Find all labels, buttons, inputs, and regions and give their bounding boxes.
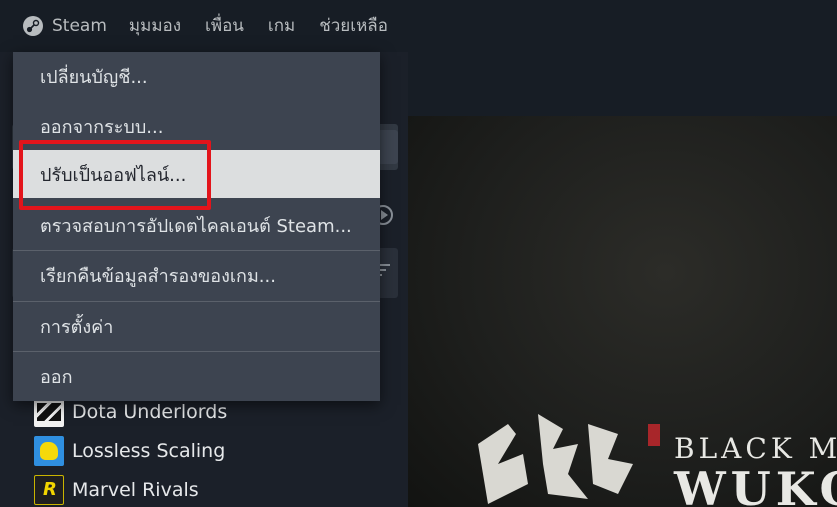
calligraphy-logo	[478, 414, 633, 504]
game-list-item[interactable]: Lossless Scaling	[34, 431, 404, 470]
lossless-scaling-icon	[34, 435, 64, 466]
highlight-annotation	[19, 140, 211, 210]
game-list: Dota Underlords Lossless Scaling Marvel …	[34, 392, 404, 507]
dota-underlords-icon	[34, 396, 64, 427]
steam-dropdown-menu: เปลี่ยนบัญชี... ออกจากระบบ... ปรับเป็นออ…	[13, 52, 380, 401]
games-menu[interactable]: เกม	[268, 0, 295, 52]
game-hero-art: BLACK M WUKO	[408, 116, 837, 507]
view-toggle-button[interactable]	[378, 130, 398, 164]
steam-logo-icon	[23, 16, 43, 36]
menu-item-exit[interactable]: ออก	[13, 352, 380, 400]
hero-title-line1: BLACK M	[674, 432, 837, 465]
red-seal	[648, 424, 660, 446]
game-list-item[interactable]: Marvel Rivals	[34, 470, 404, 507]
help-menu[interactable]: ช่วยเหลือ	[319, 0, 388, 52]
friends-menu[interactable]: เพื่อน	[205, 0, 244, 52]
game-name: Dota Underlords	[72, 400, 228, 423]
marvel-rivals-icon	[34, 474, 64, 505]
hero-title-line2: WUKO	[674, 462, 837, 507]
menu-item-change-account[interactable]: เปลี่ยนบัญชี...	[13, 52, 380, 100]
menu-item-restore-backup[interactable]: เรียกคืนข้อมูลสำรองของเกม...	[13, 251, 380, 299]
steam-menu-label: Steam	[52, 16, 107, 36]
game-name: Lossless Scaling	[72, 439, 226, 462]
game-name: Marvel Rivals	[72, 478, 199, 501]
menubar: Steam มุมมอง เพื่อน เกม ช่วยเหลือ	[0, 0, 837, 52]
menu-item-settings[interactable]: การตั้งค่า	[13, 302, 380, 350]
steam-menu[interactable]: Steam	[22, 0, 107, 52]
view-menu[interactable]: มุมมอง	[129, 0, 181, 52]
